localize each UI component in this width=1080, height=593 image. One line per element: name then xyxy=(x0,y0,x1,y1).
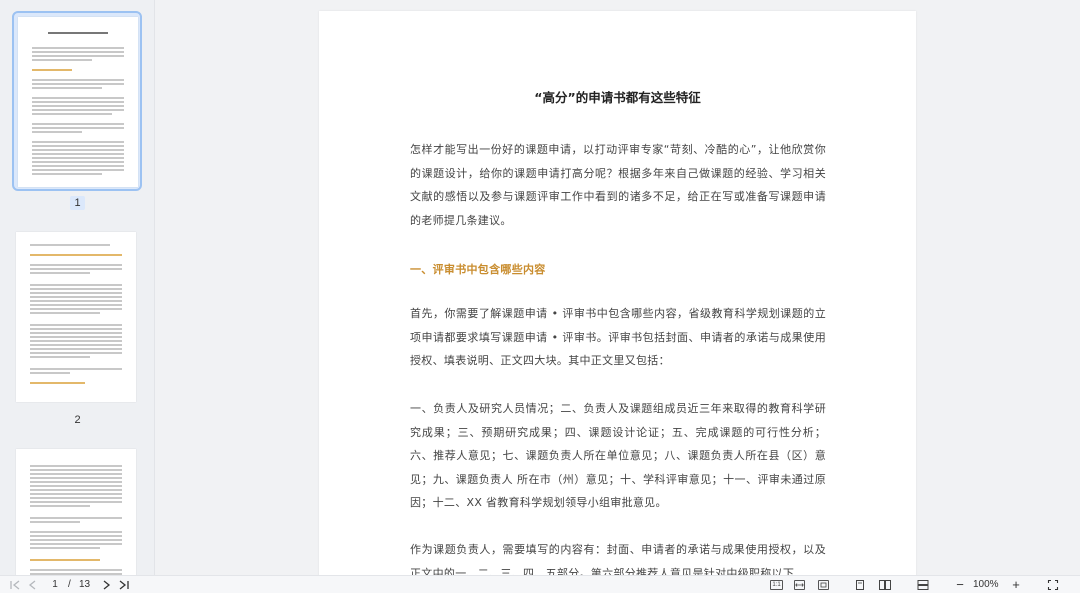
single-page-icon[interactable] xyxy=(853,577,867,593)
thumbnail-page-3[interactable] xyxy=(12,445,142,575)
page-separator: / xyxy=(68,579,71,590)
zoom-out-button[interactable]: − xyxy=(953,577,967,593)
thumbnail-page-1[interactable] xyxy=(12,11,142,191)
fit-width-icon[interactable] xyxy=(794,580,805,590)
fullscreen-icon[interactable] xyxy=(1046,577,1060,593)
bottom-toolbar: 1 / 13 1:1 − 100% + xyxy=(0,575,1080,593)
thumbnail-page-number: 2 xyxy=(74,414,81,426)
prev-page-icon[interactable] xyxy=(26,577,40,593)
zoom-level[interactable]: 100% xyxy=(973,577,999,593)
thumbnail-sidebar: 1 2 xyxy=(0,0,155,575)
paragraph: 首先，你需要了解课题申请 • 评审书中包含哪些内容，省级教育科学规划课题的立项申… xyxy=(410,307,826,367)
intro-paragraph: 怎样才能写出一份好的课题申请，以打动评审专家“苛刻、冷酷的心”，让他欣赏你的课题… xyxy=(410,143,826,227)
first-page-icon[interactable] xyxy=(8,577,22,593)
continuous-scroll-icon[interactable] xyxy=(915,577,931,593)
paragraph: 一、负责人及研究人员情况；二、负责人及课题组成员近三年来取得的教育科学研究成果；… xyxy=(410,402,826,509)
thumbnail-page-2-image xyxy=(16,232,136,402)
section-heading: 一、评审书中包含哪些内容 xyxy=(410,263,546,276)
next-page-icon[interactable] xyxy=(99,577,113,593)
two-page-icon[interactable] xyxy=(877,577,893,593)
last-page-icon[interactable] xyxy=(117,577,131,593)
thumbnail-page-number: 1 xyxy=(0,196,154,210)
current-page-input[interactable]: 1 xyxy=(46,578,64,592)
document-page: “高分”的申请书都有这些特征 怎样才能写出一份好的课题申请，以打动评审专家“苛刻… xyxy=(319,11,916,581)
actual-size-icon[interactable]: 1:1 xyxy=(770,580,783,590)
thumbnail-page-2[interactable] xyxy=(12,228,142,406)
zoom-in-button[interactable]: + xyxy=(1009,577,1023,593)
thumbnail-page-3-image xyxy=(16,449,136,575)
fit-page-icon[interactable] xyxy=(818,580,829,590)
thumbnail-page-1-image xyxy=(18,17,138,187)
document-title: “高分”的申请书都有这些特征 xyxy=(534,90,701,105)
total-pages: 13 xyxy=(79,579,91,590)
